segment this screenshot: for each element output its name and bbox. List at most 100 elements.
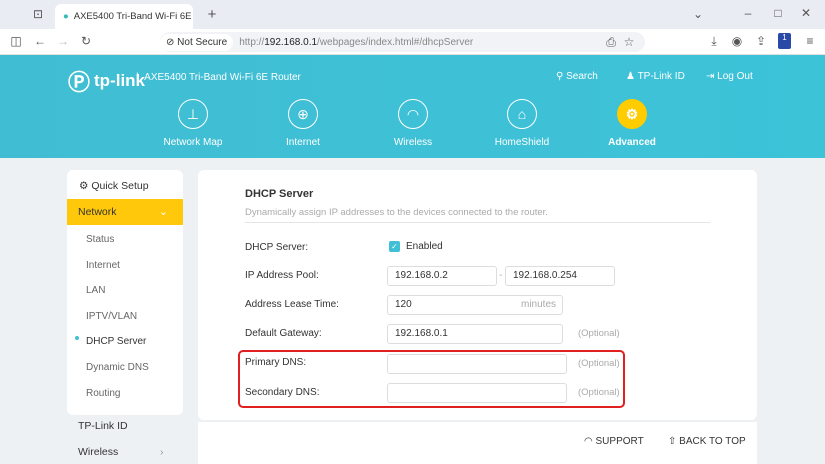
sidebar-item-lan[interactable]: LAN <box>67 278 183 303</box>
home-shield-icon: ⌂ <box>507 99 537 129</box>
sidebar-quick-setup[interactable]: ⚙ Quick Setup <box>79 180 149 192</box>
sidebar-item-status[interactable]: Status <box>67 227 183 252</box>
dhcp-panel: DHCP Server Dynamically assign IP addres… <box>198 170 757 420</box>
footer: ◠ SUPPORT ⇧ BACK TO TOP <box>198 422 757 464</box>
person-icon: ♟ <box>626 71 635 82</box>
favicon-icon: ● <box>63 11 69 22</box>
back-icon[interactable]: ← <box>32 34 48 48</box>
sidebar-item-iptv[interactable]: IPTV/VLAN <box>67 304 183 329</box>
close-window-icon[interactable]: ✕ <box>798 6 814 20</box>
secondary-dns-label: Secondary DNS: <box>245 387 320 398</box>
ip-pool-label: IP Address Pool: <box>245 270 319 281</box>
new-tab-icon[interactable]: + <box>204 6 220 23</box>
product-name-text: AXE5400 Tri-Band Wi-Fi 6E Router <box>144 72 301 83</box>
tplink-id-label: TP-Link ID <box>637 71 685 82</box>
maximize-icon[interactable]: □ <box>770 6 786 20</box>
divider <box>245 222 710 223</box>
chevron-down-icon[interactable]: ⌄ <box>690 7 706 21</box>
tplink-logo-icon: Ⓟ <box>68 70 91 95</box>
page-title: DHCP Server <box>245 188 314 200</box>
ip-pool-start-input[interactable]: 192.168.0.2 <box>387 266 497 286</box>
nav-network-map[interactable]: ⊥ Network Map <box>153 99 233 148</box>
nav-label: Network Map <box>163 137 223 148</box>
security-indicator[interactable]: ⊘ Not Secure <box>160 33 234 51</box>
search-icon: ⚲ <box>556 71 564 82</box>
sidebar-item-routing[interactable]: Routing <box>67 381 183 406</box>
lease-time-input[interactable]: 120 minutes <box>387 295 563 315</box>
extension-icon[interactable]: 1 <box>778 33 791 49</box>
sidebar-wireless[interactable]: Wireless › <box>78 446 168 458</box>
primary-dns-input[interactable] <box>387 354 567 374</box>
secondary-dns-input[interactable] <box>387 383 567 403</box>
back-to-top-label: BACK TO TOP <box>679 436 746 447</box>
nav-advanced[interactable]: ⚙ Advanced <box>592 99 672 148</box>
primary-dns-optional: (Optional) <box>578 358 620 369</box>
tplink-id-button[interactable]: ♟ TP-Link ID <box>626 71 685 82</box>
sidebar-item-dhcp-server[interactable]: DHCP Server <box>67 329 183 354</box>
headset-icon: ◠ <box>584 436 593 447</box>
reader-icon[interactable]: ⎙ <box>603 35 619 50</box>
sidebar-network[interactable]: Network ⌄ <box>67 199 183 225</box>
enabled-label: Enabled <box>406 241 443 252</box>
download-icon[interactable]: ⤓ <box>706 34 722 49</box>
account-icon[interactable]: ◉ <box>729 34 745 48</box>
dhcp-enabled-checkbox[interactable]: ✓ Enabled <box>389 241 443 252</box>
url-prefix: http:// <box>239 36 265 48</box>
tab-title: AXE5400 Tri-Band Wi-Fi 6E Router <box>73 11 193 22</box>
menu-icon[interactable]: ≡ <box>802 34 818 48</box>
nav-internet[interactable]: ⊕ Internet <box>263 99 343 148</box>
nav-label: Wireless <box>393 137 433 148</box>
forward-icon[interactable]: → <box>55 34 71 48</box>
url-path: /webpages/index.html#/dhcpServer <box>317 36 474 48</box>
lease-value: 120 <box>395 299 412 310</box>
extension-badge: 1 <box>782 33 787 42</box>
quick-setup-label: Quick Setup <box>91 180 149 192</box>
logout-label: Log Out <box>717 71 753 82</box>
share-icon[interactable]: ⇪ <box>753 34 769 48</box>
not-secure-label: Not Secure <box>177 36 228 48</box>
primary-dns-label: Primary DNS: <box>245 357 307 368</box>
chevron-right-icon: › <box>160 446 164 458</box>
gear-icon: ⚙ <box>617 99 647 129</box>
support-label: SUPPORT <box>595 436 644 447</box>
search-button[interactable]: ⚲ Search <box>556 71 598 82</box>
browser-toolbar: ◫ ← → ↻ ⊘ Not Secure http://192.168.0.1/… <box>0 29 825 55</box>
nav-label: Internet <box>286 137 320 148</box>
back-to-top-link[interactable]: ⇧ BACK TO TOP <box>668 436 746 447</box>
gateway-input[interactable]: 192.168.0.1 <box>387 324 563 344</box>
support-link[interactable]: ◠ SUPPORT <box>584 436 644 447</box>
sidebar-icon[interactable]: ◫ <box>8 34 24 48</box>
browser-tab[interactable]: ● AXE5400 Tri-Band Wi-Fi 6E Router ✕ <box>55 4 193 29</box>
search-label: Search <box>566 71 598 82</box>
address-bar[interactable]: ⊘ Not Secure http://192.168.0.1/webpages… <box>160 32 645 52</box>
nav-label: Advanced <box>608 137 656 148</box>
sidebar-item-internet[interactable]: Internet <box>67 253 183 278</box>
minimize-icon[interactable]: – <box>740 6 756 20</box>
product-name: | AXE5400 Tri-Band Wi-Fi 6E Router <box>136 72 301 83</box>
lease-time-label: Address Lease Time: <box>245 299 339 310</box>
secondary-dns-optional: (Optional) <box>578 387 620 398</box>
url-host: 192.168.0.1 <box>264 36 318 48</box>
sidebar-item-ddns[interactable]: Dynamic DNS <box>67 355 183 380</box>
tplink-logo: Ⓟtp-link <box>68 65 145 97</box>
reload-icon[interactable]: ↻ <box>78 34 94 48</box>
wireless-label: Wireless <box>78 446 119 458</box>
sidebar: ⚙ Quick Setup Network ⌄ Status Internet L… <box>67 170 183 415</box>
logout-button[interactable]: ⇥ Log Out <box>706 71 753 82</box>
tab-actions-icon[interactable]: ⊡ <box>30 7 46 21</box>
dhcp-server-label: DHCP Server: <box>245 242 309 253</box>
browser-tab-bar: ⊡ ● AXE5400 Tri-Band Wi-Fi 6E Router ✕ +… <box>0 0 825 29</box>
star-icon[interactable]: ☆ <box>621 35 637 49</box>
nav-homeshield[interactable]: ⌂ HomeShield <box>482 99 562 148</box>
page-subtitle: Dynamically assign IP addresses to the d… <box>245 207 548 218</box>
wifi-icon: ◠ <box>398 99 428 129</box>
checkbox-checked-icon: ✓ <box>389 241 400 252</box>
nav-wireless[interactable]: ◠ Wireless <box>373 99 453 148</box>
pool-separator: - <box>499 270 503 281</box>
network-map-icon: ⊥ <box>178 99 208 129</box>
globe-icon: ⊕ <box>288 99 318 129</box>
ip-pool-end-input[interactable]: 192.168.0.254 <box>505 266 615 286</box>
gateway-label: Default Gateway: <box>245 328 322 339</box>
lease-unit: minutes <box>520 299 556 310</box>
sidebar-tplink-id[interactable]: TP-Link ID <box>78 420 128 432</box>
